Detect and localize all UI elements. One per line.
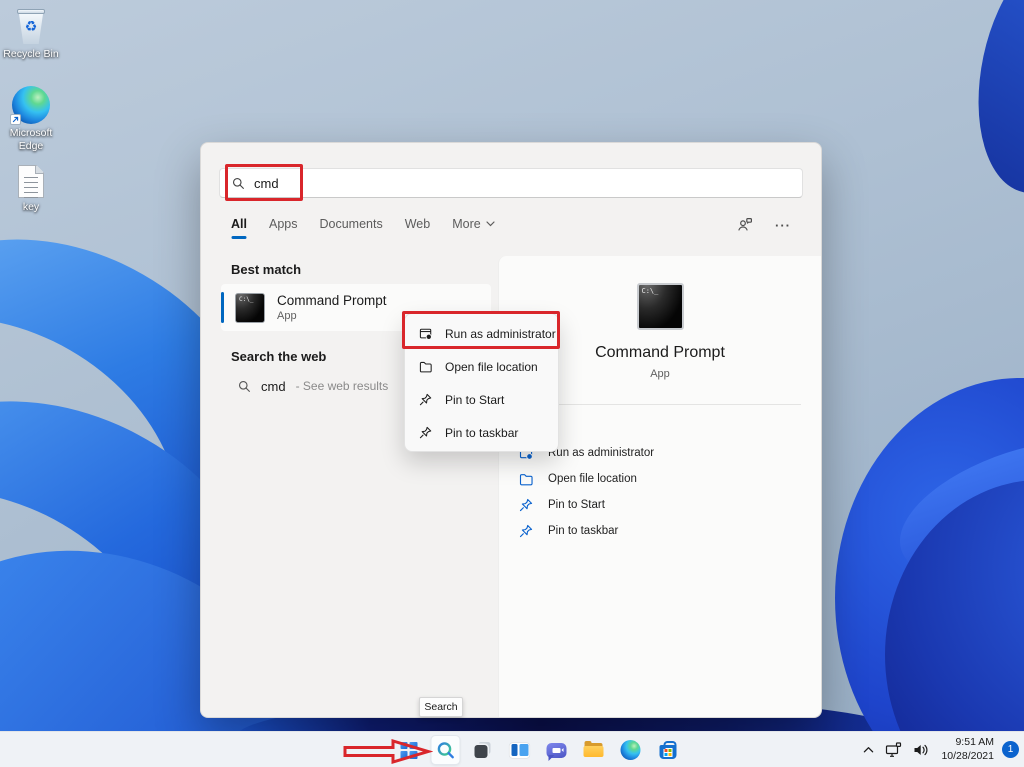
edge-button[interactable] [616, 735, 646, 765]
preview-action-open-file-location[interactable]: Open file location [519, 466, 815, 492]
folder-icon [419, 360, 433, 374]
search-button[interactable] [431, 735, 461, 765]
volume-button[interactable] [910, 738, 932, 762]
desktop-icon-label: key [23, 201, 39, 214]
chevron-up-icon [863, 746, 874, 754]
search-the-web-label: Search the web [231, 349, 326, 364]
web-hint: - See web results [296, 379, 389, 393]
desktop-icon-key[interactable]: key [0, 165, 62, 214]
shortcut-arrow-icon [10, 114, 21, 125]
menu-item-label: Pin to taskbar [445, 426, 518, 440]
notification-badge[interactable]: 1 [1002, 741, 1019, 758]
task-view-button[interactable] [468, 735, 498, 765]
edge-icon [621, 740, 641, 760]
user-account-icon[interactable] [737, 217, 753, 233]
command-prompt-icon-large [637, 283, 684, 330]
store-button[interactable] [653, 735, 683, 765]
search-query-text: cmd [254, 176, 279, 191]
file-explorer-button[interactable] [579, 735, 609, 765]
folder-icon [519, 472, 534, 487]
context-menu-run-as-administrator[interactable]: Run as administrator [405, 317, 558, 350]
preview-action-run-as-administrator[interactable]: Run as administrator [519, 440, 815, 466]
tab-all[interactable]: All [231, 217, 247, 237]
preview-actions: Run as administrator Open file location … [519, 440, 815, 544]
desktop-icon-label: Recycle Bin [3, 48, 58, 61]
selection-accent-bar [221, 292, 224, 323]
network-button[interactable] [882, 738, 905, 762]
search-filter-tabs: All Apps Documents Web More [231, 217, 495, 237]
desktop-icon-label: Microsoft Edge [0, 127, 62, 152]
pin-icon [519, 524, 534, 539]
network-ethernet-icon [885, 742, 902, 758]
result-subtitle: App [277, 310, 387, 322]
context-menu-open-file-location[interactable]: Open file location [405, 350, 558, 383]
widgets-button[interactable] [505, 735, 535, 765]
widgets-icon [510, 743, 530, 758]
pin-icon [419, 393, 433, 407]
divider [519, 404, 801, 405]
search-icon [436, 741, 455, 760]
tab-apps[interactable]: Apps [269, 217, 298, 237]
pin-icon [419, 426, 433, 440]
menu-item-label: Open file location [445, 360, 538, 374]
search-icon [232, 177, 245, 190]
store-icon [659, 745, 676, 759]
chat-icon [547, 743, 567, 758]
tab-web[interactable]: Web [405, 217, 430, 237]
recycle-bin-icon: ♻ [15, 8, 47, 45]
preview-action-pin-to-taskbar[interactable]: Pin to taskbar [519, 518, 815, 544]
search-tooltip: Search [419, 697, 463, 717]
menu-item-label: Pin to Start [445, 393, 504, 407]
pin-icon [519, 498, 534, 513]
context-menu-pin-to-start[interactable]: Pin to Start [405, 383, 558, 416]
tab-documents[interactable]: Documents [319, 217, 382, 237]
desktop-wallpaper: ♻ Recycle Bin Microsoft Edge key Command… [0, 0, 1024, 767]
search-header-icons: ··· [737, 217, 791, 233]
clock[interactable]: 9:51 AM 10/28/2021 [941, 736, 994, 763]
run-as-admin-icon [419, 327, 433, 341]
menu-item-label: Run as administrator [445, 327, 556, 341]
search-input[interactable]: cmd [219, 168, 803, 198]
speaker-icon [913, 742, 929, 758]
tab-more[interactable]: More [452, 217, 494, 237]
start-button[interactable] [394, 735, 424, 765]
web-query: cmd [261, 379, 286, 394]
tray-date: 10/28/2021 [941, 750, 994, 764]
action-label: Run as administrator [548, 447, 654, 459]
windows-logo-icon [400, 742, 417, 759]
preview-action-pin-to-start[interactable]: Pin to Start [519, 492, 815, 518]
wallpaper-bloom [957, 0, 1024, 206]
context-menu-pin-to-taskbar[interactable]: Pin to taskbar [405, 416, 558, 449]
more-options-icon[interactable]: ··· [775, 218, 791, 233]
action-label: Open file location [548, 473, 637, 485]
context-menu: Run as administrator Open file location … [404, 313, 559, 452]
command-prompt-icon [235, 293, 265, 323]
action-label: Pin to taskbar [548, 525, 618, 537]
search-flyout-panel: Command Prompt App Run as administrator … [200, 142, 822, 718]
chat-button[interactable] [542, 735, 572, 765]
edge-icon [12, 86, 50, 124]
best-match-label: Best match [231, 262, 301, 277]
desktop-icon-microsoft-edge[interactable]: Microsoft Edge [0, 86, 62, 152]
document-icon [18, 165, 44, 198]
desktop-icon-recycle-bin[interactable]: ♻ Recycle Bin [0, 8, 62, 61]
taskbar-icons [394, 735, 683, 765]
search-icon [238, 380, 251, 393]
action-label: Pin to Start [548, 499, 605, 511]
result-title: Command Prompt [277, 293, 387, 308]
taskbar: 9:51 AM 10/28/2021 1 [0, 731, 1024, 767]
hidden-icons-button[interactable] [860, 742, 877, 758]
chevron-down-icon [486, 221, 495, 227]
tray-time: 9:51 AM [941, 736, 994, 750]
system-tray: 9:51 AM 10/28/2021 1 [860, 732, 1019, 767]
